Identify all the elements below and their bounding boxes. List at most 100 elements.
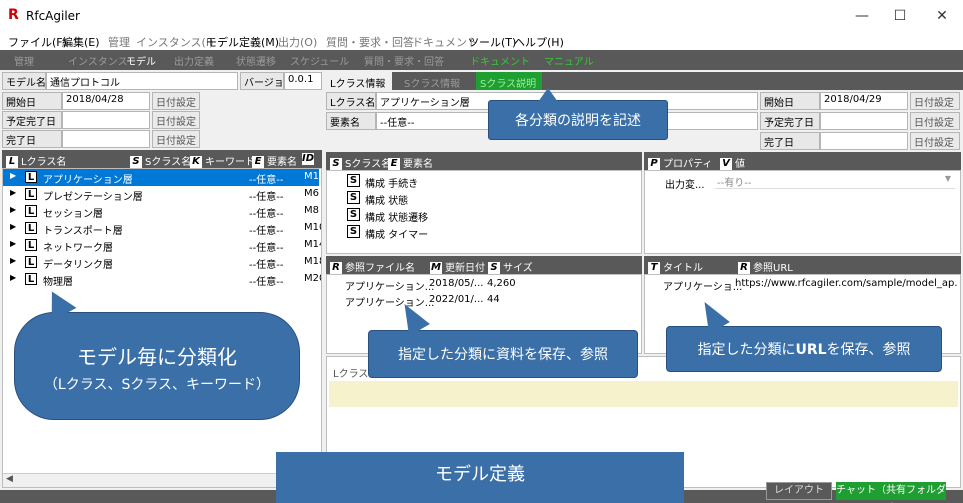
lclass-icon: L: [25, 205, 37, 217]
r-planned-date-set-button[interactable]: 日付設定: [910, 112, 960, 130]
tree-row[interactable]: ▶ L ネットワーク層 --任意-- M14: [3, 237, 321, 254]
expand-arrow-icon[interactable]: ▶: [10, 188, 16, 197]
keyword-value: --任意--: [249, 243, 284, 254]
chat-button[interactable]: チャット（共有フォルダー）: [836, 482, 946, 500]
r-start-date-input[interactable]: 2018/04/29: [820, 92, 908, 110]
menu-output[interactable]: 出力(O): [278, 34, 317, 50]
tab-schedule[interactable]: スケジュール: [290, 53, 349, 68]
lclass-col-header[interactable]: Lクラス名: [21, 157, 66, 168]
sclass-col-header[interactable]: Sクラス名: [145, 157, 191, 168]
ref-file-row[interactable]: アプリケーション... 2022/01/... 44: [327, 293, 641, 309]
planned-date-input[interactable]: [62, 111, 150, 129]
tree-row[interactable]: ▶ L データリンク層 --任意-- M18: [3, 254, 321, 271]
sclass-icon: S: [347, 174, 360, 187]
tab-question[interactable]: 質問・要求・回答: [364, 53, 444, 68]
url-col-header[interactable]: 参照URL: [753, 263, 793, 274]
sclass-row[interactable]: S 構成 状態: [327, 190, 641, 207]
tab-lclass-info[interactable]: Lクラス情報: [326, 72, 392, 90]
start-date-input[interactable]: 2018/04/28: [62, 92, 150, 110]
minimize-button[interactable]: —: [850, 6, 874, 26]
size-col-header[interactable]: サイズ: [503, 263, 533, 274]
sclass-icon: S: [347, 208, 360, 221]
r-done-date-input[interactable]: [820, 132, 908, 150]
element-col-header[interactable]: 要素名: [403, 159, 433, 170]
layout-button[interactable]: レイアウト: [766, 482, 832, 500]
menu-manage[interactable]: 管理: [108, 34, 130, 50]
tab-instance[interactable]: インスタンス: [68, 53, 128, 68]
sclass-row[interactable]: S 構成 手続き: [327, 173, 641, 190]
url-title-cell[interactable]: アプリケーショ...: [663, 278, 742, 293]
menu-help[interactable]: ヘルプ(H): [514, 34, 564, 50]
sclass-text: 構成 状態: [365, 196, 409, 207]
title-col-header[interactable]: タイトル: [663, 263, 703, 274]
ref-file-name: アプリケーション...: [345, 282, 435, 293]
model-name-input[interactable]: 通信プロトコル: [46, 72, 238, 90]
r-planned-date-input[interactable]: [820, 112, 908, 130]
done-date-input[interactable]: [62, 130, 150, 148]
callout-classify: モデル毎に分類化 （Lクラス、Sクラス、キーワード）: [14, 312, 300, 420]
ref-file-row[interactable]: アプリケーション... 2018/05/... 4,260: [327, 277, 641, 293]
menu-tool[interactable]: ツール(T): [468, 34, 516, 50]
horizontal-scrollbar[interactable]: ◀: [3, 473, 321, 487]
updated-col-header[interactable]: 更新日付: [445, 263, 485, 274]
r-badge-icon: R: [330, 262, 342, 274]
tab-output-def[interactable]: 出力定義: [174, 53, 214, 68]
expand-arrow-icon[interactable]: ▶: [10, 171, 16, 180]
tab-manual[interactable]: マニュアル: [544, 53, 594, 68]
property-col-header[interactable]: プロパティ: [663, 159, 712, 170]
planned-date-set-button[interactable]: 日付設定: [152, 111, 200, 129]
lclass-icon: L: [25, 222, 37, 234]
property-value-text: --有り--: [717, 178, 752, 189]
model-name-label: モデル名: [2, 72, 46, 90]
done-date-set-button[interactable]: 日付設定: [152, 130, 200, 148]
element-value: M18: [304, 256, 321, 267]
menu-question[interactable]: 質問・要求・回答: [326, 34, 414, 50]
bottom-caption: モデル定義: [276, 452, 684, 503]
e-badge-icon: E: [388, 158, 400, 170]
keyword-col-header[interactable]: キーワード: [205, 157, 255, 168]
tree-row[interactable]: ▶ L アプリケーション層 --任意-- M1: [3, 169, 319, 186]
property-value-select[interactable]: --有り-- ▼: [715, 174, 955, 189]
tab-manage[interactable]: 管理: [14, 53, 34, 68]
ref-file-col-header[interactable]: 参照ファイル名: [345, 263, 415, 274]
close-button[interactable]: ✕: [930, 6, 954, 26]
expand-arrow-icon[interactable]: ▶: [10, 256, 16, 265]
scroll-left-icon[interactable]: ◀: [6, 474, 13, 484]
lclass-name: ネットワーク層: [43, 243, 113, 254]
tab-sclass-desc[interactable]: Sクラス説明: [476, 72, 542, 90]
sclass-row[interactable]: S 構成 タイマー: [327, 224, 641, 241]
element-col-header[interactable]: 要素名: [267, 157, 297, 168]
maximize-button[interactable]: ☐: [888, 6, 912, 26]
m-badge-icon: M: [430, 262, 442, 274]
value-col-header[interactable]: 値: [735, 159, 745, 170]
sclass-col-header[interactable]: Sクラス名: [345, 159, 391, 170]
expand-arrow-icon[interactable]: ▶: [10, 205, 16, 214]
version-input[interactable]: 0.0.1: [284, 72, 322, 90]
tab-sclass-info[interactable]: Sクラス情報: [404, 75, 460, 90]
expand-arrow-icon[interactable]: ▶: [10, 273, 16, 282]
tree-row[interactable]: ▶ L プレゼンテーション層 --任意-- M6: [3, 186, 319, 203]
menu-file[interactable]: ファイル(F): [8, 34, 67, 50]
sclass-row[interactable]: S 構成 状態遷移: [327, 207, 641, 224]
ref-file-date: 2022/01/...: [429, 294, 484, 305]
url-badge-icon: R: [738, 262, 750, 274]
expand-arrow-icon[interactable]: ▶: [10, 222, 16, 231]
left-pane: モデル名 通信プロトコル バージョン 0.0.1 開始日 2018/04/28 …: [0, 70, 324, 490]
planned-date-label: 予定完了日: [2, 111, 62, 129]
tree-row[interactable]: ▶ L セッション層 --任意-- M8: [3, 203, 319, 220]
expand-arrow-icon[interactable]: ▶: [10, 239, 16, 248]
description-input[interactable]: [329, 381, 958, 407]
menu-instance[interactable]: インスタンス(I): [136, 34, 213, 50]
menu-model[interactable]: モデル定義(M): [206, 34, 279, 50]
tab-model[interactable]: モデル: [126, 53, 156, 68]
url-cell[interactable]: https://www.rfcagiler.com/sample/model_a…: [735, 278, 957, 289]
tab-state[interactable]: 状態遷移: [236, 53, 276, 68]
tree-row[interactable]: ▶ L トランスポート層 --任意-- M10: [3, 220, 321, 237]
menu-edit[interactable]: 編集(E): [62, 34, 100, 50]
start-date-set-button[interactable]: 日付設定: [152, 92, 200, 110]
r-done-date-set-button[interactable]: 日付設定: [910, 132, 960, 150]
tree-row[interactable]: ▶ L 物理層 --任意-- M20: [3, 271, 321, 288]
tab-document[interactable]: ドキュメント: [470, 53, 530, 68]
sclass-text: 構成 タイマー: [365, 230, 429, 241]
r-start-date-set-button[interactable]: 日付設定: [910, 92, 960, 110]
